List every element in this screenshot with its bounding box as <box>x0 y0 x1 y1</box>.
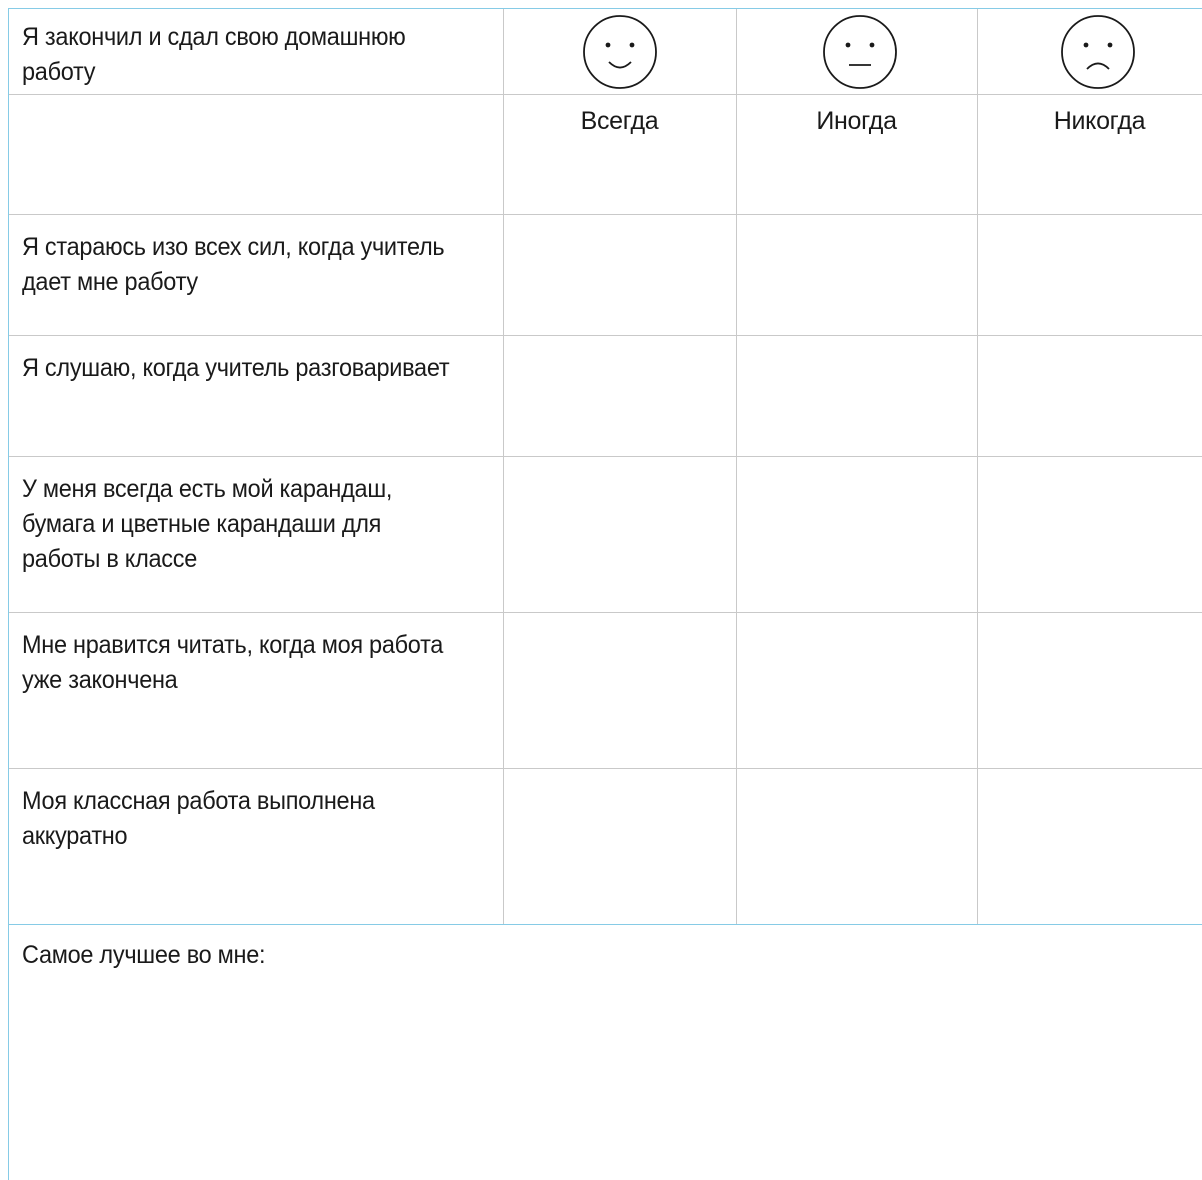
grid-line <box>736 8 737 924</box>
statement-text: Я закончил и сдал свою домашнюю работу <box>22 23 406 86</box>
best-about-me-area[interactable]: Самое лучшее во мне: <box>0 924 1202 1180</box>
statement-text: Моя классная работа выполнена аккуратно <box>22 787 375 850</box>
answer-cell-always[interactable] <box>504 769 735 923</box>
answer-cell-sometimes[interactable] <box>737 613 976 767</box>
table-border-left <box>8 8 9 1180</box>
column-header-label: Иногда <box>816 107 897 135</box>
statement-text: Я стараюсь изо всех сил, когда учитель д… <box>22 233 445 296</box>
column-header-always: Всегда <box>503 0 736 214</box>
answer-cell-never[interactable] <box>978 613 1202 767</box>
statement-cell: Я слушаю, когда учитель разговаривает <box>0 335 503 456</box>
answer-cell-never[interactable] <box>978 215 1202 334</box>
statement-cell: Я стараюсь изо всех сил, когда учитель д… <box>0 214 503 335</box>
answer-cell-always[interactable] <box>504 457 735 611</box>
answer-cell-always[interactable] <box>504 613 735 767</box>
grid-line <box>8 335 1202 336</box>
table-border-top <box>8 8 1202 9</box>
column-header-never: Никогда <box>977 0 1202 214</box>
grid-line <box>8 456 1202 457</box>
statement-cell: У меня всегда есть мой карандаш, бумага … <box>0 456 503 612</box>
grid-line <box>977 8 978 924</box>
column-header-label: Никогда <box>1053 107 1146 135</box>
self-assessment-sheet: Я закончил и сдал свою домашнюю работу В… <box>0 0 1202 1180</box>
statement-text: Я слушаю, когда учитель разговаривает <box>22 354 450 382</box>
answer-cell-sometimes[interactable] <box>737 336 976 455</box>
grid-line <box>8 612 1202 613</box>
answer-cell-sometimes[interactable] <box>737 769 976 923</box>
answer-cell-always[interactable] <box>504 336 735 455</box>
grid-line <box>8 768 1202 769</box>
statement-text: Мне нравится читать, когда моя работа уж… <box>22 631 444 694</box>
statement-cell: Я закончил и сдал свою домашнюю работу <box>0 8 503 94</box>
statement-cell: Моя классная работа выполнена аккуратно <box>0 768 503 924</box>
table-border-middle <box>8 924 1202 925</box>
answer-cell-always[interactable] <box>504 215 735 334</box>
grid-line <box>503 8 504 924</box>
grid-line <box>8 94 1202 95</box>
answer-cell-never[interactable] <box>978 457 1202 611</box>
answer-cell-sometimes[interactable] <box>737 457 976 611</box>
grid-line <box>8 214 1202 215</box>
column-header-label: Всегда <box>580 107 659 135</box>
answer-cell-never[interactable] <box>978 769 1202 923</box>
answer-cell-sometimes[interactable] <box>737 215 976 334</box>
best-about-me-label: Самое лучшее во мне: <box>22 941 266 969</box>
answer-cell-never[interactable] <box>978 336 1202 455</box>
column-header-sometimes: Иногда <box>736 0 977 214</box>
statement-cell: Мне нравится читать, когда моя работа уж… <box>0 612 503 768</box>
statement-text: У меня всегда есть мой карандаш, бумага … <box>22 475 393 573</box>
